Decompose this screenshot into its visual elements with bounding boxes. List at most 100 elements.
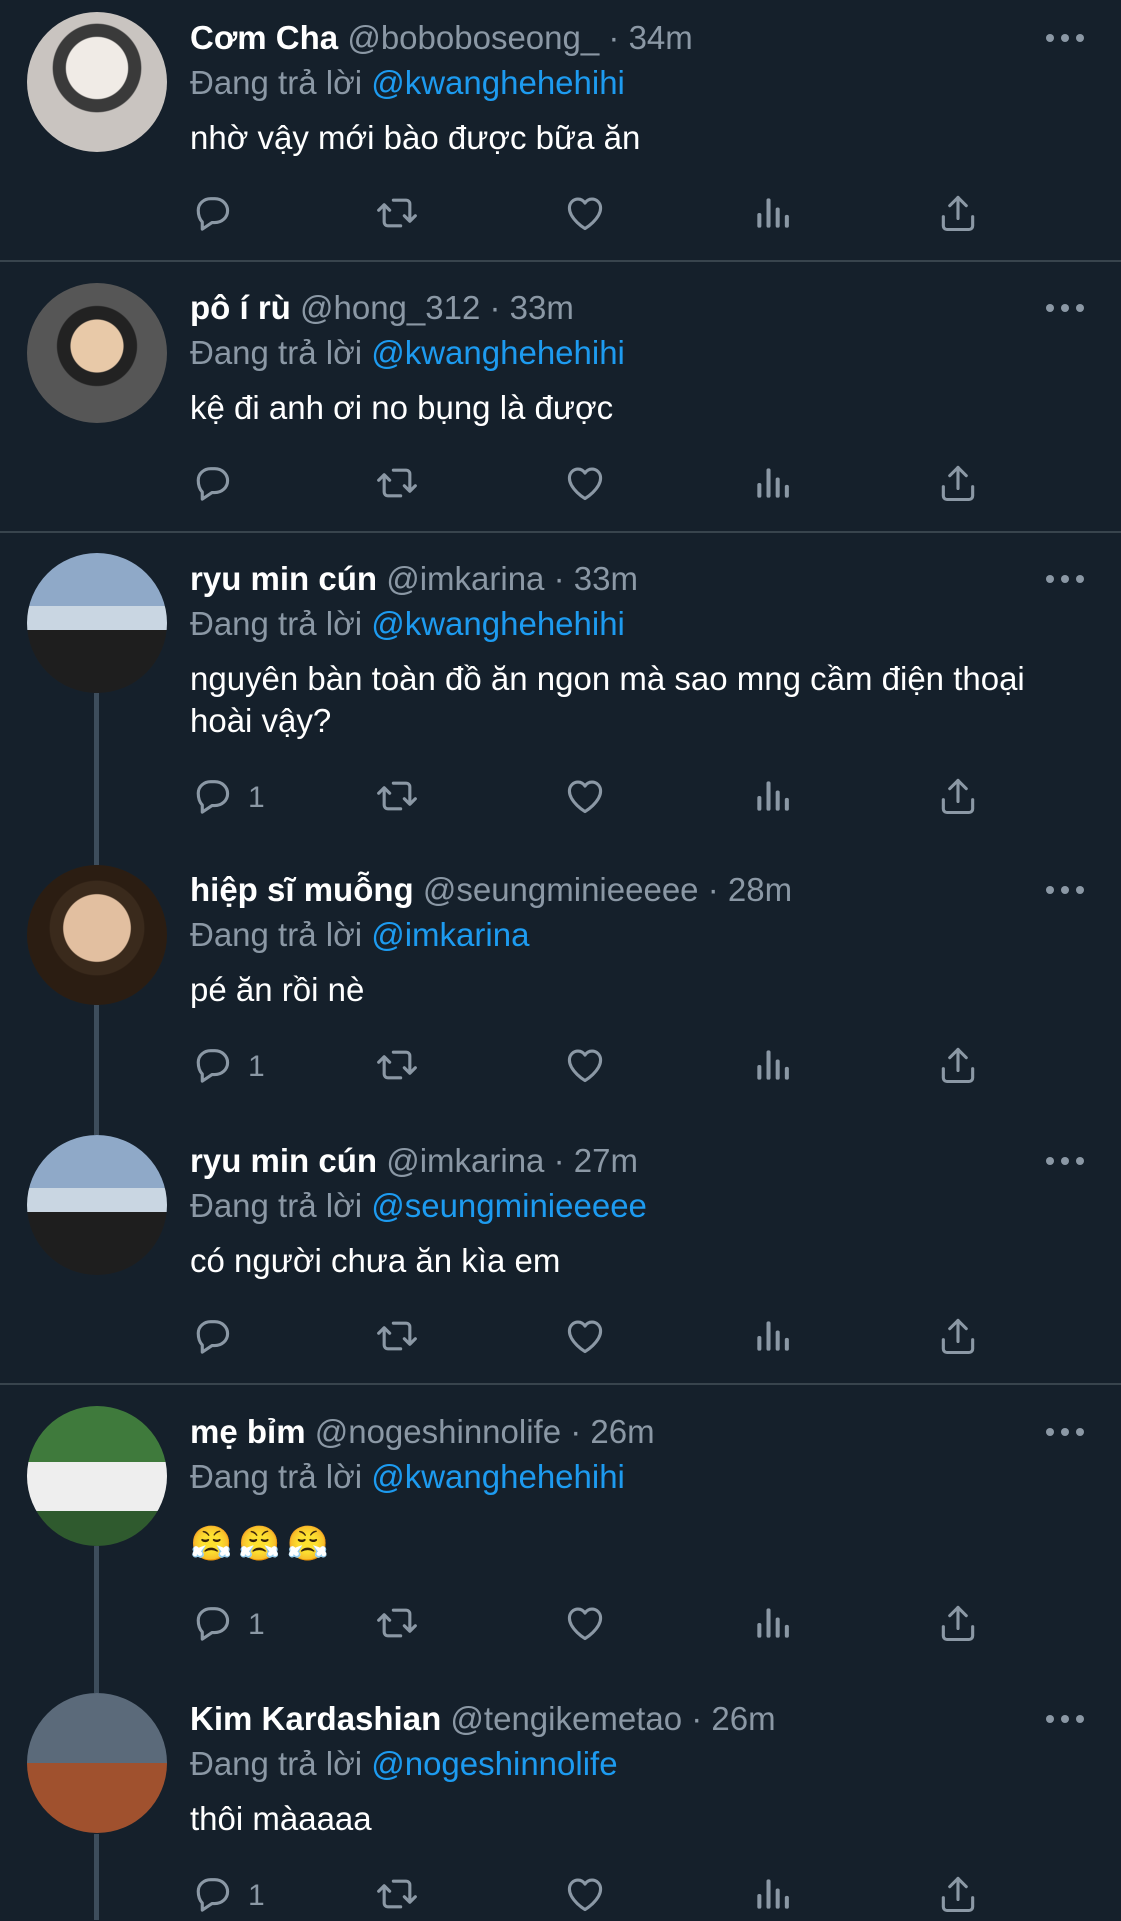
reply-button[interactable] [190, 460, 248, 510]
username-handle[interactable]: @imkarina [386, 560, 544, 597]
timestamp[interactable]: 33m [574, 560, 638, 597]
more-icon[interactable] [1040, 875, 1090, 905]
retweet-icon [375, 191, 419, 240]
share-icon [936, 1314, 980, 1363]
heart-icon [563, 1314, 607, 1363]
avatar[interactable] [27, 553, 167, 693]
username-handle[interactable]: @hong_312 [300, 289, 480, 326]
views-button[interactable] [750, 1600, 794, 1650]
display-name[interactable]: ryu min cún [190, 1142, 377, 1179]
tweet-header: mẹ bỉm @nogeshinnolife · 26m [190, 1410, 655, 1454]
share-button[interactable] [936, 1600, 980, 1650]
reply-button[interactable]: 1 [190, 1871, 265, 1921]
username-handle[interactable]: @tengikemetao [450, 1700, 682, 1737]
retweet-button[interactable] [375, 460, 419, 510]
reply-icon [190, 1043, 234, 1092]
display-name[interactable]: Cơm Cha [190, 19, 338, 56]
views-button[interactable] [750, 190, 794, 240]
more-icon[interactable] [1040, 1417, 1090, 1447]
reply-button[interactable] [190, 1313, 248, 1363]
mention-link[interactable]: @imkarina [371, 916, 529, 953]
avatar[interactable] [27, 1406, 167, 1546]
replying-to: Đang trả lời @seungminieeeee [190, 1184, 647, 1228]
views-button[interactable] [750, 460, 794, 510]
reply-count: 1 [248, 781, 265, 814]
share-button[interactable] [936, 460, 980, 510]
timestamp[interactable]: 34m [629, 19, 693, 56]
display-name[interactable]: ryu min cún [190, 560, 377, 597]
reply-icon [190, 1872, 234, 1921]
heart-icon [563, 191, 607, 240]
views-button[interactable] [750, 773, 794, 823]
like-button[interactable] [563, 1313, 607, 1363]
timestamp[interactable]: 27m [574, 1142, 638, 1179]
retweet-button[interactable] [375, 1313, 419, 1363]
share-button[interactable] [936, 773, 980, 823]
display-name[interactable]: mẹ bỉm [190, 1413, 306, 1450]
mention-link[interactable]: @kwanghehehihi [371, 605, 625, 642]
reply-button[interactable]: 1 [190, 773, 265, 823]
like-button[interactable] [563, 1042, 607, 1092]
thread-connector [94, 1005, 99, 1135]
mention-link[interactable]: @seungminieeeee [371, 1187, 647, 1224]
more-icon[interactable] [1040, 293, 1090, 323]
replying-to-label: Đang trả lời [190, 605, 363, 642]
analytics-icon [750, 461, 794, 510]
like-button[interactable] [563, 1871, 607, 1921]
reply-button[interactable]: 1 [190, 1600, 265, 1650]
more-icon[interactable] [1040, 564, 1090, 594]
more-icon[interactable] [1040, 23, 1090, 53]
more-icon[interactable] [1040, 1704, 1090, 1734]
timestamp[interactable]: 33m [510, 289, 574, 326]
like-button[interactable] [563, 773, 607, 823]
views-button[interactable] [750, 1042, 794, 1092]
avatar[interactable] [27, 12, 167, 152]
separator-dot: · [553, 1142, 565, 1179]
retweet-button[interactable] [375, 773, 419, 823]
retweet-button[interactable] [375, 1871, 419, 1921]
retweet-button[interactable] [375, 1042, 419, 1092]
retweet-button[interactable] [375, 190, 419, 240]
share-button[interactable] [936, 1871, 980, 1921]
reply-button[interactable] [190, 190, 248, 240]
replying-to: Đang trả lời @kwanghehehihi [190, 1455, 625, 1499]
timestamp[interactable]: 28m [728, 871, 792, 908]
views-button[interactable] [750, 1871, 794, 1921]
avatar[interactable] [27, 865, 167, 1005]
reply-count: 1 [248, 1879, 265, 1912]
mention-link[interactable]: @kwanghehehihi [371, 334, 625, 371]
like-button[interactable] [563, 460, 607, 510]
username-handle[interactable]: @imkarina [386, 1142, 544, 1179]
views-button[interactable] [750, 1313, 794, 1363]
display-name[interactable]: pô í rù [190, 289, 291, 326]
tweet-header: Cơm Cha @boboboseong_ · 34m [190, 16, 693, 60]
display-name[interactable]: Kim Kardashian [190, 1700, 441, 1737]
username-handle[interactable]: @seungminieeeee [423, 871, 699, 908]
like-button[interactable] [563, 1600, 607, 1650]
mention-link[interactable]: @nogeshinnolife [371, 1745, 617, 1782]
mention-link[interactable]: @kwanghehehihi [371, 64, 625, 101]
timestamp[interactable]: 26m [711, 1700, 775, 1737]
share-button[interactable] [936, 1313, 980, 1363]
replying-to: Đang trả lời @kwanghehehihi [190, 331, 625, 375]
mention-link[interactable]: @kwanghehehihi [371, 1458, 625, 1495]
like-button[interactable] [563, 190, 607, 240]
share-button[interactable] [936, 1042, 980, 1092]
username-handle[interactable]: @nogeshinnolife [315, 1413, 561, 1450]
reply-count: 1 [248, 1608, 265, 1641]
avatar[interactable] [27, 283, 167, 423]
retweet-button[interactable] [375, 1600, 419, 1650]
thread-connector [94, 693, 99, 865]
avatar[interactable] [27, 1693, 167, 1833]
more-icon[interactable] [1040, 1146, 1090, 1176]
reply-button[interactable]: 1 [190, 1042, 265, 1092]
share-button[interactable] [936, 190, 980, 240]
timestamp[interactable]: 26m [590, 1413, 654, 1450]
display-name[interactable]: hiệp sĩ muỗng [190, 871, 414, 908]
avatar[interactable] [27, 1135, 167, 1275]
username-handle[interactable]: @boboboseong_ [347, 19, 599, 56]
reply-icon [190, 191, 234, 240]
separator-dot: · [570, 1413, 582, 1450]
replying-to-label: Đang trả lời [190, 1458, 363, 1495]
tweet-text: kệ đi anh ơi no bụng là được [190, 389, 614, 426]
